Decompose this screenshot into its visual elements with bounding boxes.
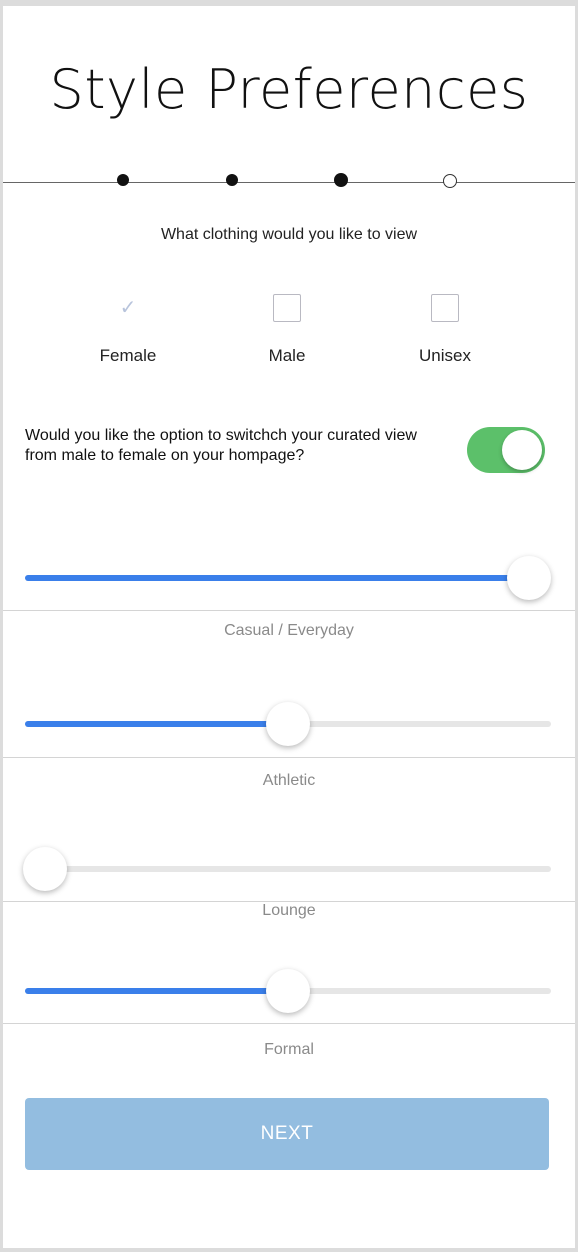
option-male-label: Male	[268, 346, 306, 365]
stepper-line	[3, 182, 575, 183]
slider-label-athletic: Athletic	[262, 772, 316, 789]
step-dot-1	[117, 174, 129, 186]
toggle-knob[interactable]	[502, 430, 542, 470]
step-dot-3	[334, 173, 348, 187]
next-button[interactable]: NEXT	[25, 1098, 549, 1170]
option-female-label: Female	[99, 346, 157, 365]
clothing-question: What clothing would you like to view	[160, 226, 418, 243]
switch-view-toggle[interactable]	[467, 427, 545, 473]
option-female[interactable]: ✓ Female	[68, 294, 188, 366]
checkbox-male[interactable]	[273, 294, 301, 322]
divider	[3, 1023, 575, 1024]
divider	[3, 757, 575, 758]
slider-knob-casual[interactable]	[507, 556, 551, 600]
option-unisex[interactable]: Unisex	[385, 294, 505, 366]
option-unisex-label: Unisex	[419, 346, 471, 365]
divider	[3, 610, 575, 611]
slider-track-lounge[interactable]	[25, 866, 551, 872]
slider-label-lounge: Lounge	[262, 902, 316, 919]
slider-knob-athletic[interactable]	[266, 702, 310, 746]
option-male[interactable]: Male	[227, 294, 347, 366]
checkbox-unisex[interactable]	[431, 294, 459, 322]
slider-fill-casual	[25, 575, 529, 581]
slider-knob-lounge[interactable]	[23, 847, 67, 891]
slider-label-formal: Formal	[264, 1041, 314, 1058]
switch-view-question: Would you like the option to switchch yo…	[25, 427, 417, 464]
step-dot-4	[443, 174, 457, 188]
slider-label-casual: Casual / Everyday	[224, 622, 354, 639]
slider-knob-formal[interactable]	[266, 969, 310, 1013]
checkmark-icon[interactable]: ✓	[114, 294, 142, 322]
slider-fill-athletic	[25, 721, 288, 727]
step-dot-2	[226, 174, 238, 186]
style-preferences-screen: Style Preferences What clothing would yo…	[3, 6, 575, 1248]
slider-fill-formal	[25, 988, 288, 994]
page-title: Style Preferences	[49, 58, 529, 121]
